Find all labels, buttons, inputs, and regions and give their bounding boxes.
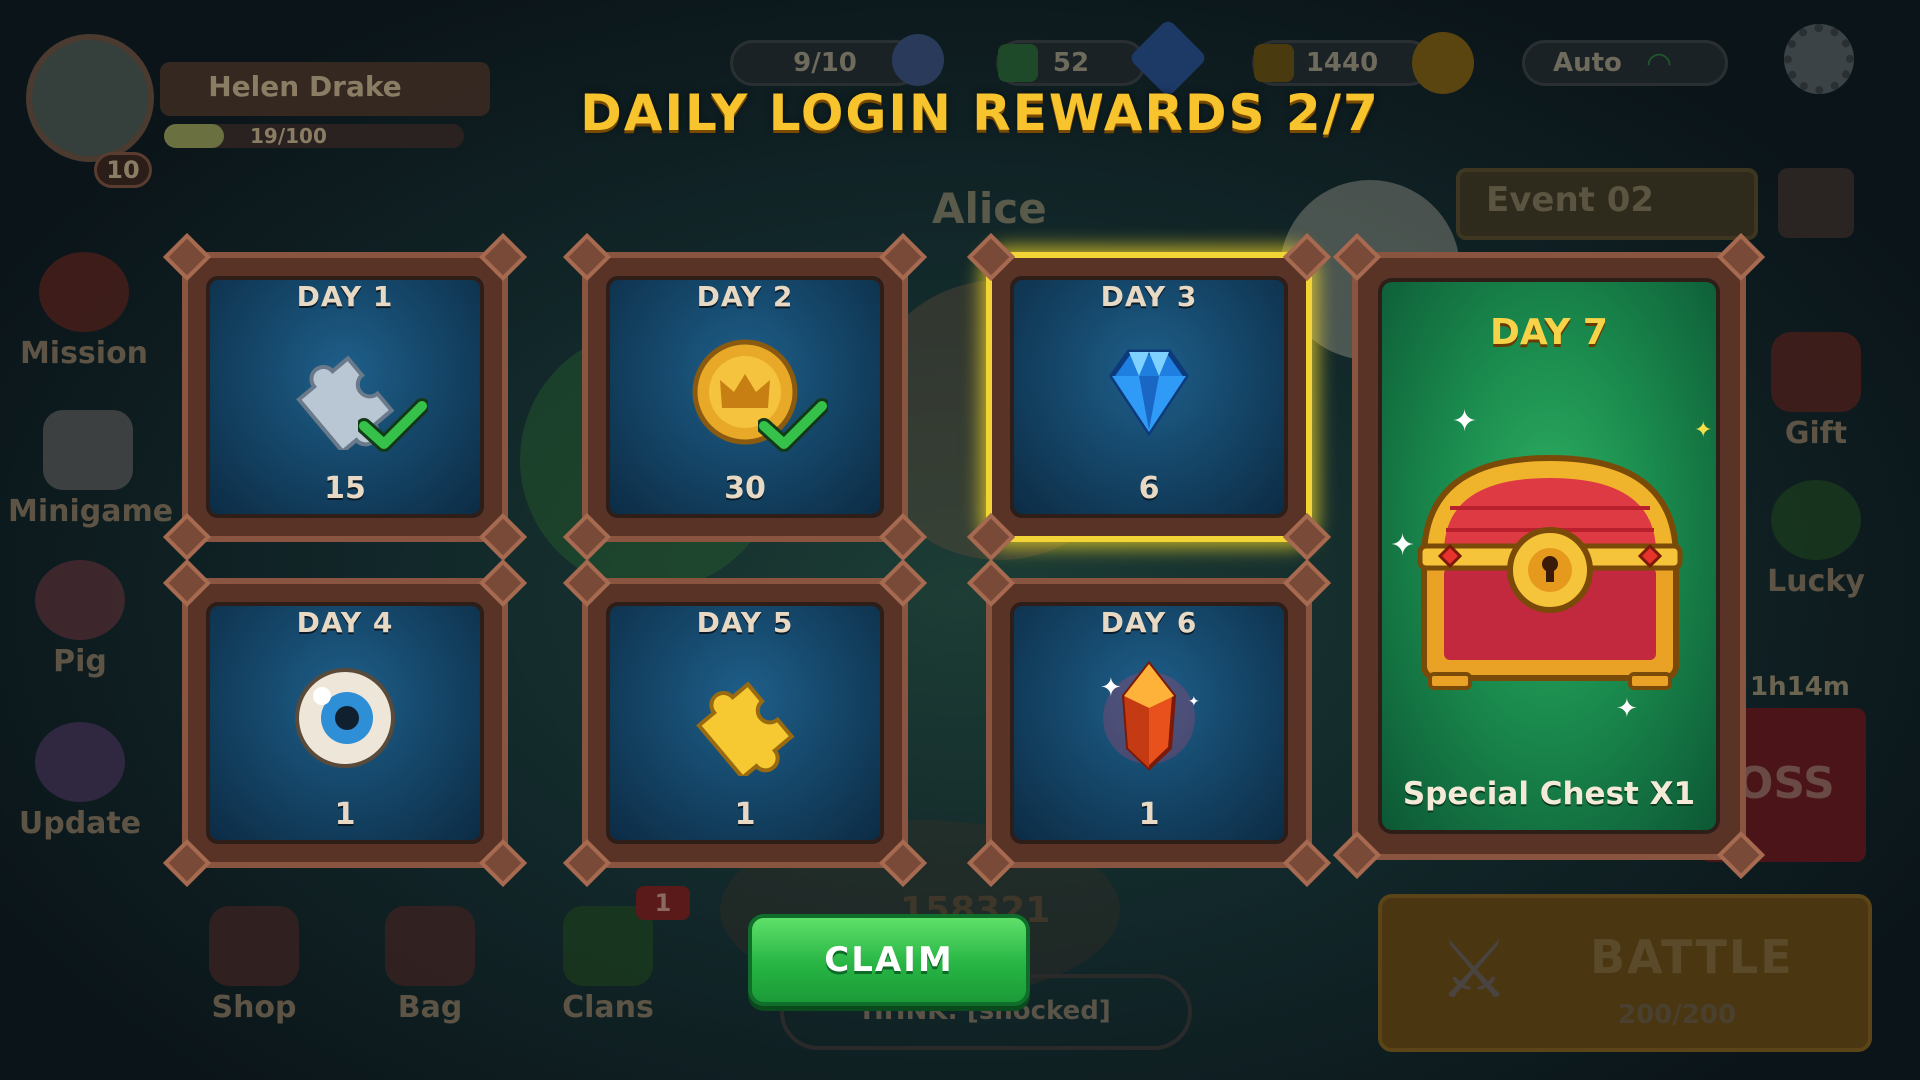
lucky-label: Lucky [1767, 564, 1865, 599]
day-card-5[interactable]: DAY 5 1 [562, 558, 928, 888]
side-menu-gift[interactable]: Gift [1746, 332, 1886, 451]
side-menu-pig[interactable]: Pig [10, 560, 150, 679]
day-card-4[interactable]: DAY 4 1 [162, 558, 528, 888]
day-card-6[interactable]: DAY 6 ✦ ✦ 1 [966, 558, 1332, 888]
shop-label: Shop [211, 990, 297, 1025]
shop-icon [209, 906, 299, 986]
clover-icon [1771, 480, 1861, 560]
day-label: DAY 2 [696, 280, 794, 313]
side-menu-mission[interactable]: Mission [14, 252, 154, 371]
sparkle-icon: ✦ [1694, 418, 1713, 443]
day-card-1[interactable]: DAY 1 15 [162, 232, 528, 562]
reward-quantity: 1 [1138, 797, 1160, 832]
pig-label: Pig [53, 644, 107, 679]
wifi-icon: ◠ [1646, 46, 1673, 81]
event-timer: 1h14m [1750, 672, 1850, 702]
day-card-2[interactable]: DAY 2 30 [562, 232, 928, 562]
sparkle-icon: ✦ [1616, 694, 1638, 724]
reward-quantity: 1 [334, 797, 356, 832]
side-menu-update[interactable]: Update [10, 722, 150, 841]
auto-label: Auto [1553, 48, 1622, 78]
reward-description: Special Chest X1 [1402, 776, 1696, 812]
day-label: DAY 5 [696, 606, 794, 639]
day-label: DAY 4 [296, 606, 394, 639]
energy-value: 9/10 [793, 48, 857, 78]
add-coins-icon[interactable] [1254, 44, 1294, 82]
target-icon [39, 252, 129, 332]
level-badge: 10 [94, 152, 152, 188]
dice-icon [43, 410, 133, 490]
claimed-check-icon [358, 398, 428, 452]
bag-label: Bag [397, 990, 463, 1025]
reward-quantity: 1 [734, 797, 756, 832]
npc-name: Alice [932, 184, 1047, 233]
egg-icon [35, 722, 125, 802]
red-crystal-icon: ✦ ✦ [1100, 660, 1200, 771]
gems-value: 52 [1052, 48, 1090, 78]
eyeball-icon [295, 668, 395, 768]
side-menu-minigame[interactable]: Minigame [8, 410, 173, 529]
treasure-chest-icon [1417, 454, 1683, 690]
update-label: Update [18, 806, 142, 841]
reward-quantity: 30 [724, 471, 766, 506]
day-label: DAY 6 [1100, 606, 1198, 639]
bottom-menu-shop[interactable]: Shop [184, 906, 324, 1025]
piggy-bank-icon [35, 560, 125, 640]
day-label: DAY 3 [1100, 280, 1198, 313]
add-gems-icon[interactable] [998, 44, 1038, 82]
coins-value: 1440 [1305, 48, 1379, 78]
mission-label: Mission [19, 336, 149, 371]
battle-label: BATTLE [1590, 930, 1794, 984]
auto-toggle[interactable]: Auto [1522, 40, 1728, 86]
day-label: DAY 1 [296, 280, 394, 313]
svg-text:✦: ✦ [1100, 673, 1122, 703]
dialog-title: DAILY LOGIN REWARDS 2/7 [580, 84, 1380, 142]
clans-label: Clans [562, 990, 654, 1025]
day-card-7[interactable]: DAY 7 ✦ ✦ ✦ ✦ Special Chest X1 [1332, 232, 1766, 880]
gold-puzzle-icon [696, 681, 795, 776]
day-label: DAY 7 [1490, 312, 1608, 353]
side-menu-lucky[interactable]: Lucky [1746, 480, 1886, 599]
bottom-menu-bag[interactable]: Bag [360, 906, 500, 1025]
claimed-check-icon [758, 398, 828, 452]
clans-notification-badge: 1 [636, 886, 690, 920]
reward-quantity: 6 [1138, 471, 1160, 506]
bag-icon [385, 906, 475, 986]
lightning-icon [892, 34, 944, 86]
bottom-menu-clans[interactable]: Clans [538, 906, 678, 1025]
day-card-3[interactable]: DAY 3 6 [966, 232, 1332, 562]
svg-text:✦: ✦ [1188, 694, 1200, 710]
sparkle-icon: ✦ [1390, 528, 1416, 563]
blue-gem-icon [1108, 349, 1190, 437]
gift-label: Gift [1784, 416, 1848, 451]
reward-quantity: 15 [324, 471, 366, 506]
event-label: Event 02 [1486, 180, 1655, 220]
battle-energy: 200/200 [1618, 1000, 1737, 1030]
claim-button[interactable]: CLAIM [748, 914, 1030, 1006]
minigame-label: Minigame [8, 494, 174, 529]
boss-label: OSS [1736, 758, 1835, 809]
crossed-swords-icon: ⚔ [1438, 923, 1510, 1016]
sparkle-icon: ✦ [1452, 404, 1478, 439]
gift-icon [1771, 332, 1861, 412]
bell-icon[interactable] [1778, 168, 1854, 238]
